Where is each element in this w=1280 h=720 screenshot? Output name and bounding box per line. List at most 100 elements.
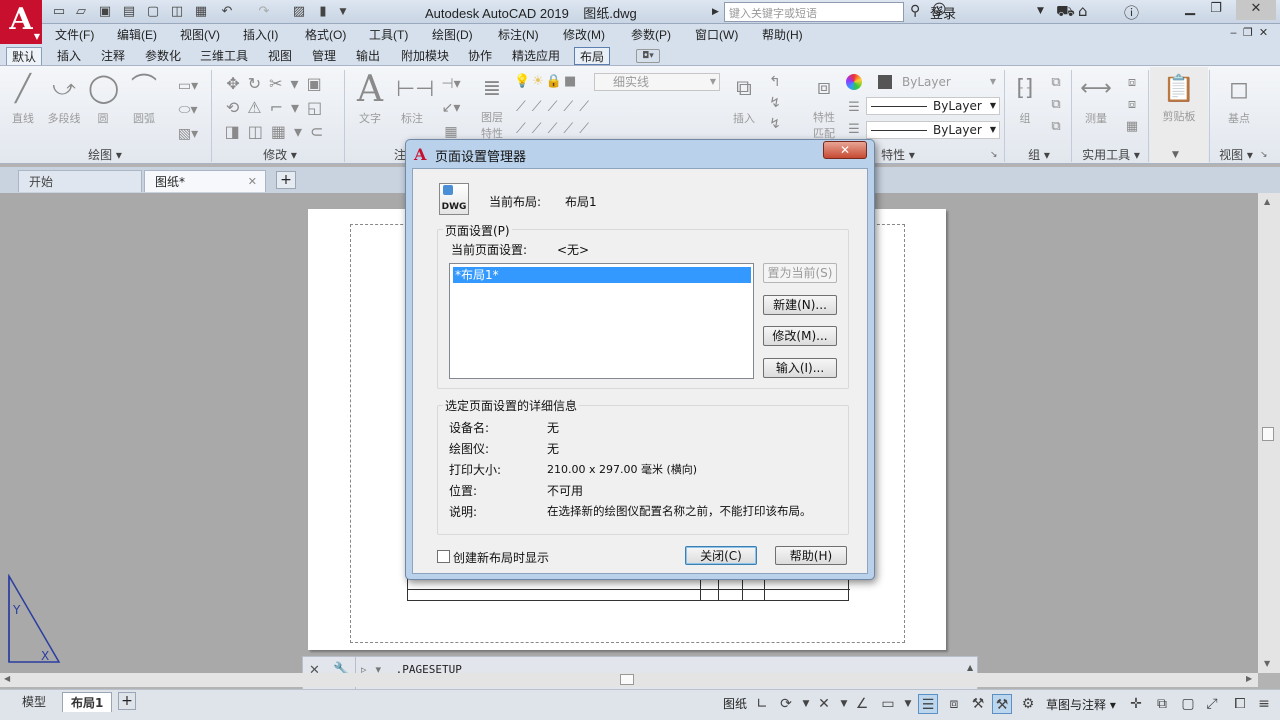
view-panel-launcher-icon[interactable]: ↘ — [1260, 150, 1268, 160]
utilities-panel-title[interactable]: 实用工具 ▾ — [1074, 146, 1148, 163]
modify-tools-icon[interactable]: ✥↻✂▾▣ ⟲⚠⌐▾◱ ◨◫▦▾⊂ — [216, 72, 340, 142]
lineweight-dropdown[interactable]: ByLayer ▼ — [866, 121, 1000, 139]
isolate-objects-icon[interactable]: ⧉ — [1152, 694, 1172, 714]
ribbon-tab-output[interactable]: 输出 — [351, 47, 385, 65]
ribbon-tab-layout[interactable]: 布局 — [574, 47, 611, 65]
set-current-button[interactable]: 置为当前(S) — [763, 263, 837, 283]
ribbon-tab-insert[interactable]: 插入 — [52, 47, 86, 65]
menu-parametric[interactable]: 参数(P) — [631, 26, 671, 43]
dimension-icon[interactable]: ⊢⊣ — [396, 74, 434, 106]
dimension-tool-label[interactable]: 标注 — [396, 110, 428, 126]
menu-tools[interactable]: 工具(T) — [369, 26, 408, 43]
utilities-small-tools-icon[interactable]: ⧈ ⧈ ▦ — [1122, 72, 1142, 138]
menu-view[interactable]: 视图(V) — [180, 26, 220, 43]
clipboard-tool-label[interactable]: 剪贴板 — [1154, 108, 1204, 124]
layer-tools-icons[interactable]: ⟋⟋⟋⟋⟋ ⟋⟋⟋⟋⟋ — [516, 96, 636, 140]
polyline-tool-label[interactable]: 多段线 — [42, 110, 86, 126]
arc-tool-label[interactable]: 圆弧 — [128, 110, 160, 126]
ribbon-tab-collaborate[interactable]: 协作 — [463, 47, 497, 65]
transparency-icon[interactable]: ▭ — [878, 694, 898, 714]
circle-tool-label[interactable]: 圆 — [88, 110, 118, 126]
group-small-tools-icon[interactable]: ⧉ ⧉ ⧉ — [1046, 72, 1066, 138]
draw-small-tools-icon[interactable]: ▭▾ ⬭▾ ▧▾ — [170, 74, 206, 146]
help-button[interactable]: 帮助(H) — [775, 546, 847, 565]
grid-icon[interactable]: ∟ — [752, 694, 772, 714]
menu-file[interactable]: 文件(F) — [55, 26, 94, 43]
close-tab-icon[interactable]: ✕ — [248, 171, 257, 193]
draw-panel-title[interactable]: 绘图 ▾ — [60, 146, 150, 163]
tab-model[interactable]: 模型 — [14, 692, 54, 712]
insert-tool-label[interactable]: 插入 — [728, 110, 760, 126]
dialog-title-bar[interactable]: A 页面设置管理器 ✕ — [406, 140, 874, 168]
scroll-thumb[interactable] — [620, 674, 634, 685]
clipboard-icon[interactable]: 📋 — [1162, 72, 1196, 106]
save-as-icon[interactable]: ▤ — [120, 3, 138, 21]
new-tab-button[interactable]: + — [276, 171, 296, 189]
properties-panel-title[interactable]: 特性 ▾ — [874, 146, 922, 163]
sign-in-dropdown-icon[interactable]: ▼ — [1037, 6, 1044, 16]
polar-tracking-icon[interactable]: ⟳ — [776, 694, 796, 714]
drawing-window-controls[interactable]: ‒❐✕ — [1230, 26, 1274, 39]
polyline-icon[interactable]: ⤻ — [46, 74, 82, 104]
linetype-dropdown[interactable]: ByLayer ▼ — [866, 97, 1000, 115]
tab-layout1[interactable]: 布局1 — [62, 692, 113, 712]
new-layout-button[interactable]: + — [118, 692, 136, 710]
plot-icon[interactable]: ▦ — [192, 3, 210, 21]
text-tool-label[interactable]: 文字 — [354, 110, 386, 126]
redo-icon[interactable]: ↷ — [255, 3, 273, 21]
ribbon-tab-addins[interactable]: 附加模块 — [396, 47, 454, 65]
color-dropdown[interactable]: ByLayer ▼ — [896, 73, 1000, 91]
customize-qat-icon[interactable]: ▼ — [334, 3, 352, 21]
arc-icon[interactable]: ⌒ — [128, 72, 160, 104]
layer-dropdown[interactable]: 细实线 ▼ — [594, 73, 720, 91]
ribbon-tab-parametric[interactable]: 参数化 — [140, 47, 186, 65]
group-tool-label[interactable]: 组 — [1010, 110, 1040, 126]
hardware-acceleration-icon[interactable]: ▢ — [1178, 694, 1198, 714]
ribbon-minimize-icon[interactable]: ◘▾ — [636, 49, 660, 63]
new-file-icon[interactable]: ▭ — [50, 3, 68, 21]
workspace-icon[interactable]: ▮ — [314, 3, 332, 21]
import-button[interactable]: 输入(I)... — [763, 358, 837, 378]
page-setup-list-item[interactable]: *布局1* — [453, 267, 751, 283]
annotation-small-tools-icon[interactable]: ⊣▾ ↙▾ ▦ — [436, 72, 466, 142]
tab-drawing[interactable]: 图纸* ✕ — [144, 170, 266, 192]
ribbon-tab-view[interactable]: 视图 — [263, 47, 297, 65]
view-panel-title[interactable]: 视图 ▾ — [1212, 146, 1260, 163]
page-setup-list[interactable]: *布局1* — [449, 263, 754, 379]
color-wheel-icon[interactable] — [846, 74, 862, 90]
group-panel-title[interactable]: 组 ▾ — [1014, 146, 1064, 163]
line-tool-label[interactable]: 直线 — [6, 110, 40, 126]
menu-window[interactable]: 窗口(W) — [695, 26, 738, 43]
undo-icon[interactable]: ↶ — [218, 3, 236, 21]
application-menu-button[interactable]: A ▼ — [0, 0, 42, 44]
close-window-button[interactable]: ✕ — [1236, 0, 1276, 20]
layer-state-icons[interactable]: 💡☀🔒■ — [514, 72, 594, 92]
line-icon[interactable]: ╱ — [8, 74, 38, 104]
menu-modify[interactable]: 修改(M) — [563, 26, 605, 43]
base-point-tool-label[interactable]: 基点 — [1220, 110, 1258, 126]
modify-panel-title[interactable]: 修改 ▾ — [240, 146, 320, 163]
paper-space-toggle[interactable]: 图纸 — [723, 695, 747, 712]
object-snap-tracking-icon[interactable]: ✕ — [814, 694, 834, 714]
fullscreen-icon[interactable]: ⧠ — [1230, 694, 1250, 714]
menu-help[interactable]: 帮助(H) — [762, 26, 803, 43]
annotation-monitor-icon[interactable]: ☰ — [918, 694, 938, 714]
base-point-icon[interactable]: ◻ — [1222, 72, 1256, 106]
search-input[interactable]: 键入关键字或短语 — [724, 2, 904, 22]
match-icon[interactable]: ▨ — [290, 3, 308, 21]
menu-draw[interactable]: 绘图(D) — [432, 26, 473, 43]
binoculars-icon[interactable]: ⚲ — [910, 3, 920, 19]
text-icon[interactable]: A — [354, 70, 386, 110]
clipboard-panel-dropdown-icon[interactable]: ▼ — [1172, 150, 1179, 160]
match-properties-label[interactable]: 特性 匹配 — [806, 110, 842, 142]
sign-in-button[interactable]: 登录 — [930, 3, 956, 22]
help-icon[interactable]: ⓘ — [1124, 2, 1139, 23]
customization-menu-icon[interactable]: ≡ — [1254, 694, 1274, 714]
insert-block-icon[interactable]: ⧉ — [728, 74, 760, 104]
lineweight-icon[interactable]: ∠ — [852, 694, 872, 714]
quick-properties-icon[interactable]: ⧈ — [944, 694, 964, 714]
measure-tool-label[interactable]: 测量 — [1080, 110, 1112, 126]
save-icon[interactable]: ▣ — [96, 3, 114, 21]
ribbon-tab-home[interactable]: 默认 — [6, 47, 43, 65]
menu-insert[interactable]: 插入(I) — [243, 26, 278, 43]
